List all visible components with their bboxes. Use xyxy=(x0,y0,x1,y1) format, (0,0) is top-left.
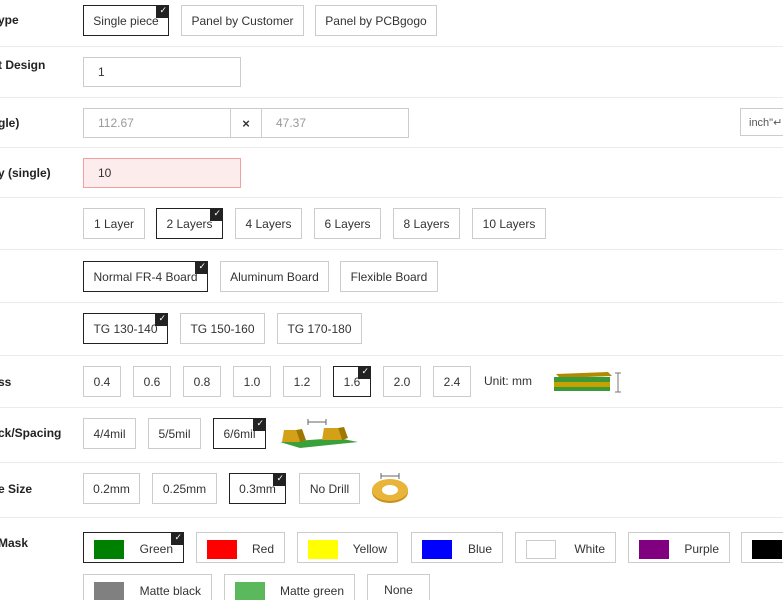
trace-row: ck/Spacing 4/4mil 5/5mil 6/6mil ✓ xyxy=(0,408,783,463)
color-swatch xyxy=(639,540,669,559)
option-mask-yellow[interactable]: Yellow xyxy=(297,532,398,563)
option-aluminum-board[interactable]: Aluminum Board xyxy=(220,261,329,292)
option-normal-fr4[interactable]: Normal FR-4 Board ✓ xyxy=(83,261,208,292)
different-design-label: t Design xyxy=(0,58,46,72)
check-icon: ✓ xyxy=(158,313,166,323)
hole-row: e Size 0.2mm 0.25mm 0.3mm ✓ No Drill xyxy=(0,463,783,518)
check-icon: ✓ xyxy=(159,5,167,15)
color-swatch xyxy=(207,540,237,559)
option-thickness-1-6[interactable]: 1.6 ✓ xyxy=(333,366,371,397)
option-mask-white[interactable]: White xyxy=(515,532,616,563)
quantity-input[interactable]: 10 xyxy=(83,158,241,188)
option-thickness-2-4[interactable]: 2.4 xyxy=(433,366,471,397)
option-mask-blue[interactable]: Blue xyxy=(411,532,503,563)
option-10-layers[interactable]: 10 Layers xyxy=(472,208,546,239)
different-design-row: t Design 1 xyxy=(0,47,783,98)
option-6-layers[interactable]: 6 Layers xyxy=(314,208,381,239)
option-tg-130-140[interactable]: TG 130-140 ✓ xyxy=(83,313,168,344)
trace-spacing-illustration-icon xyxy=(280,419,358,448)
option-thickness-1-0[interactable]: 1.0 xyxy=(233,366,271,397)
option-tg-150-160[interactable]: TG 150-160 xyxy=(180,313,265,344)
thickness-row: ss 0.4 0.6 0.8 1.0 1.2 1.6 ✓ 2.0 2.4 Unit… xyxy=(0,356,783,408)
size-height-input[interactable]: 47.37 xyxy=(261,108,409,138)
option-8-layers[interactable]: 8 Layers xyxy=(393,208,460,239)
thickness-label: ss xyxy=(0,375,12,389)
size-unit-select[interactable]: inch"↵ xyxy=(740,108,783,136)
mask-label: Mask xyxy=(0,536,29,550)
option-6-6mil[interactable]: 6/6mil ✓ xyxy=(213,418,266,449)
board-type-row: ype Single piece ✓ Panel by Customer Pane… xyxy=(0,0,783,47)
hole-label: e Size xyxy=(0,482,33,496)
different-design-input[interactable]: 1 xyxy=(83,57,241,87)
board-thickness-illustration-icon xyxy=(554,372,621,393)
check-icon: ✓ xyxy=(361,366,369,376)
check-icon: ✓ xyxy=(276,473,284,483)
color-swatch xyxy=(94,540,124,559)
option-4-layers[interactable]: 4 Layers xyxy=(235,208,302,239)
quantity-label: y (single) xyxy=(0,166,51,180)
option-mask-none[interactable]: None xyxy=(367,574,430,600)
option-mask-red[interactable]: Red xyxy=(196,532,285,563)
size-width-input[interactable]: 112.67 xyxy=(83,108,231,138)
option-thickness-0-8[interactable]: 0.8 xyxy=(183,366,221,397)
option-1-layer[interactable]: 1 Layer xyxy=(83,208,145,239)
option-hole-0-3mm[interactable]: 0.3mm ✓ xyxy=(229,473,286,504)
layers-row: 1 Layer 2 Layers ✓ 4 Layers 6 Layers 8 La… xyxy=(0,198,783,250)
check-icon: ✓ xyxy=(174,532,182,542)
option-2-layers[interactable]: 2 Layers ✓ xyxy=(156,208,223,239)
option-mask-black[interactable] xyxy=(741,532,783,563)
option-panel-by-pcbgogo[interactable]: Panel by PCBgogo xyxy=(315,5,437,36)
check-icon: ✓ xyxy=(256,418,264,428)
option-thickness-2-0[interactable]: 2.0 xyxy=(383,366,421,397)
option-no-drill[interactable]: No Drill xyxy=(299,473,360,504)
option-flexible-board[interactable]: Flexible Board xyxy=(340,261,438,292)
color-swatch xyxy=(422,540,452,559)
mask-row: Mask Green ✓ Red Yellow Blue White Purpl… xyxy=(0,518,783,600)
tg-row: TG 130-140 ✓ TG 150-160 TG 170-180 xyxy=(0,303,783,356)
color-swatch xyxy=(235,582,265,600)
trace-label: ck/Spacing xyxy=(0,426,62,440)
check-icon: ✓ xyxy=(198,261,206,271)
option-thickness-0-4[interactable]: 0.4 xyxy=(83,366,121,397)
color-swatch xyxy=(308,540,338,559)
thickness-unit: Unit: mm xyxy=(484,374,532,388)
option-panel-by-customer[interactable]: Panel by Customer xyxy=(181,5,304,36)
option-tg-170-180[interactable]: TG 170-180 xyxy=(277,313,362,344)
drill-hole-illustration-icon xyxy=(372,473,408,503)
option-hole-0-25mm[interactable]: 0.25mm xyxy=(152,473,217,504)
color-swatch xyxy=(94,582,124,600)
option-single-piece[interactable]: Single piece ✓ xyxy=(83,5,169,36)
option-thickness-0-6[interactable]: 0.6 xyxy=(133,366,171,397)
option-hole-0-2mm[interactable]: 0.2mm xyxy=(83,473,140,504)
option-mask-green[interactable]: Green ✓ xyxy=(83,532,184,563)
option-mask-matte-green[interactable]: Matte green xyxy=(224,574,355,600)
option-4-4mil[interactable]: 4/4mil xyxy=(83,418,136,449)
quantity-row: y (single) 10 xyxy=(0,148,783,198)
size-row: gle) 112.67 × 47.37 inch"↵ xyxy=(0,98,783,148)
size-times-sign: × xyxy=(230,108,262,138)
color-swatch xyxy=(752,540,782,559)
option-5-5mil[interactable]: 5/5mil xyxy=(148,418,201,449)
check-icon: ✓ xyxy=(213,208,221,218)
color-swatch xyxy=(526,540,556,559)
board-type-label: ype xyxy=(0,13,19,27)
option-thickness-1-2[interactable]: 1.2 xyxy=(283,366,321,397)
option-mask-purple[interactable]: Purple xyxy=(628,532,730,563)
option-mask-matte-black[interactable]: Matte black xyxy=(83,574,212,600)
size-label: gle) xyxy=(0,116,20,130)
material-row: Normal FR-4 Board ✓ Aluminum Board Flexib… xyxy=(0,250,783,303)
